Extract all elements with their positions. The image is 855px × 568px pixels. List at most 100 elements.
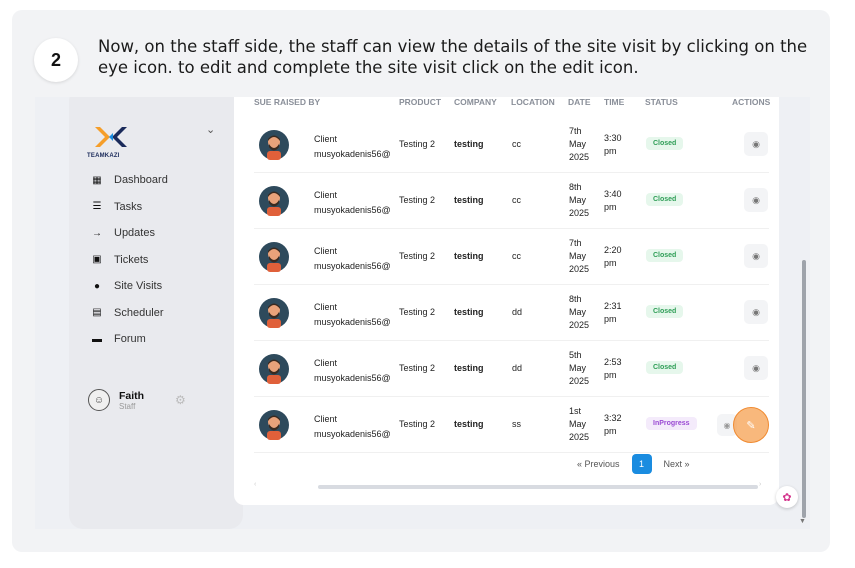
client-email: musyokadenis56@ — [314, 149, 391, 159]
page-1-button[interactable]: 1 — [631, 454, 652, 474]
col-raised-by: SUE RAISED BY — [254, 97, 321, 107]
step-number-badge: 2 — [34, 38, 78, 82]
client-label: Client — [314, 358, 338, 368]
date-month: May — [569, 251, 587, 261]
date-year: 2025 — [569, 432, 590, 442]
date-day: 5th — [569, 350, 582, 360]
time-hm: 2:53 — [604, 357, 622, 367]
scroll-left-arrow-icon[interactable]: ‹ — [254, 481, 256, 488]
client-label: Client — [314, 246, 338, 256]
time-ampm: pm — [604, 426, 617, 436]
step-instruction: Now, on the staff side, the staff can vi… — [98, 37, 808, 77]
client-cell: Client musyokadenis56@ — [314, 188, 396, 218]
eye-icon[interactable]: ◉ — [744, 188, 768, 212]
eye-icon[interactable]: ◉ — [744, 132, 768, 156]
eye-icon[interactable]: ◉ — [744, 244, 768, 268]
date-month: May — [569, 139, 587, 149]
user-role: Staff — [119, 401, 136, 411]
date-month: May — [569, 307, 587, 317]
col-date: DATE — [568, 97, 591, 107]
time-ampm: pm — [604, 146, 617, 156]
sidebar-item-label: Site Visits — [114, 280, 163, 293]
table-row: Client musyokadenis56@ Testing 2 testing dd 8… — [254, 285, 769, 341]
company-cell: testing — [454, 419, 484, 429]
date-day: 1st — [569, 406, 582, 416]
sidebar-item-forum[interactable]: ▬ Forum — [90, 326, 168, 353]
sidebar-item-label: Tasks — [114, 200, 143, 213]
company-cell: testing — [454, 251, 484, 261]
col-location: LOCATION — [511, 97, 555, 107]
table-row: Client musyokadenis56@ Testing 2 testing ss 1… — [254, 397, 769, 453]
vertical-scrollbar[interactable] — [802, 260, 806, 518]
location-cell: ss — [512, 419, 521, 429]
eye-icon[interactable]: ◉ — [744, 300, 768, 324]
brain-icon[interactable]: ✿ — [776, 486, 798, 508]
date-cell: 8th May 2025 — [569, 293, 589, 332]
product-cell: Testing 2 — [399, 251, 436, 261]
logo-text: TEAMKAZI — [87, 153, 120, 159]
table-header: SUE RAISED BY PRODUCT COMPANY LOCATION D… — [234, 97, 779, 111]
time-hm: 2:31 — [604, 301, 622, 311]
status-badge: Closed — [646, 305, 684, 318]
gear-icon[interactable]: ⚙ — [175, 393, 186, 407]
time-cell: 3:30 pm — [604, 132, 622, 158]
date-day: 8th — [569, 294, 582, 304]
scroll-down-arrow-icon[interactable]: ▼ — [799, 518, 806, 525]
date-year: 2025 — [569, 152, 590, 162]
client-cell: Client musyokadenis56@ — [314, 412, 396, 442]
avatar — [259, 130, 289, 160]
dashboard-icon: ▦ — [92, 174, 102, 186]
company-cell: testing — [454, 363, 484, 373]
location-cell: cc — [512, 139, 521, 149]
table-row: Client musyokadenis56@ Testing 2 testing cc 8… — [254, 173, 769, 229]
updates-icon: → — [92, 227, 102, 239]
sidebar-item-tickets[interactable]: ▣ Tickets — [90, 247, 168, 274]
client-email: musyokadenis56@ — [314, 317, 391, 327]
avatar — [259, 354, 289, 384]
col-product: PRODUCT — [399, 97, 442, 107]
scroll-right-arrow-icon[interactable]: › — [759, 481, 761, 488]
product-cell: Testing 2 — [399, 419, 436, 429]
time-ampm: pm — [604, 314, 617, 324]
status-badge: InProgress — [646, 417, 697, 430]
calendar-icon: ▤ — [92, 307, 102, 319]
client-label: Client — [314, 190, 338, 200]
edit-icon[interactable]: ✎ — [733, 407, 769, 443]
date-day: 7th — [569, 126, 582, 136]
sidebar-item-site-visits[interactable]: ● Site Visits — [90, 273, 168, 300]
sidebar-item-scheduler[interactable]: ▤ Scheduler — [90, 300, 168, 327]
date-cell: 1st May 2025 — [569, 405, 589, 444]
date-year: 2025 — [569, 320, 590, 330]
user-profile[interactable]: ☺ Faith Staff ⚙ — [88, 389, 186, 411]
time-cell: 3:32 pm — [604, 412, 622, 438]
table-row: Client musyokadenis56@ Testing 2 testing cc 7… — [254, 117, 769, 173]
client-cell: Client musyokadenis56@ — [314, 132, 396, 162]
sidebar-item-updates[interactable]: → Updates — [90, 220, 168, 247]
status-badge: Closed — [646, 137, 684, 150]
horizontal-scrollbar[interactable] — [318, 485, 758, 489]
location-cell: dd — [512, 363, 523, 373]
chevron-down-icon[interactable]: ⌄ — [206, 123, 215, 136]
date-cell: 7th May 2025 — [569, 237, 589, 276]
client-email: musyokadenis56@ — [314, 261, 391, 271]
sidebar-item-tasks[interactable]: ☰ Tasks — [90, 194, 168, 221]
tasks-icon: ☰ — [92, 201, 102, 213]
time-hm: 3:40 — [604, 189, 622, 199]
sidebar-item-dashboard[interactable]: ▦ Dashboard — [90, 167, 168, 194]
col-status: STATUS — [645, 97, 678, 107]
product-cell: Testing 2 — [399, 363, 436, 373]
company-cell: testing — [454, 139, 484, 149]
app-screenshot: TEAMKAZI ⌄ ▦ Dashboard ☰ Tasks → Updates ▣ T… — [35, 97, 810, 529]
previous-page-link[interactable]: « Previous — [577, 459, 620, 469]
eye-icon[interactable]: ◉ — [744, 356, 768, 380]
time-cell: 2:53 pm — [604, 356, 622, 382]
pagination: « Previous 1 Next » — [577, 454, 690, 474]
client-email: musyokadenis56@ — [314, 429, 391, 439]
time-hm: 2:20 — [604, 245, 622, 255]
time-hm: 3:32 — [604, 413, 622, 423]
next-page-link[interactable]: Next » — [664, 459, 690, 469]
date-month: May — [569, 195, 587, 205]
date-cell: 5th May 2025 — [569, 349, 589, 388]
date-day: 8th — [569, 182, 582, 192]
product-cell: Testing 2 — [399, 139, 436, 149]
